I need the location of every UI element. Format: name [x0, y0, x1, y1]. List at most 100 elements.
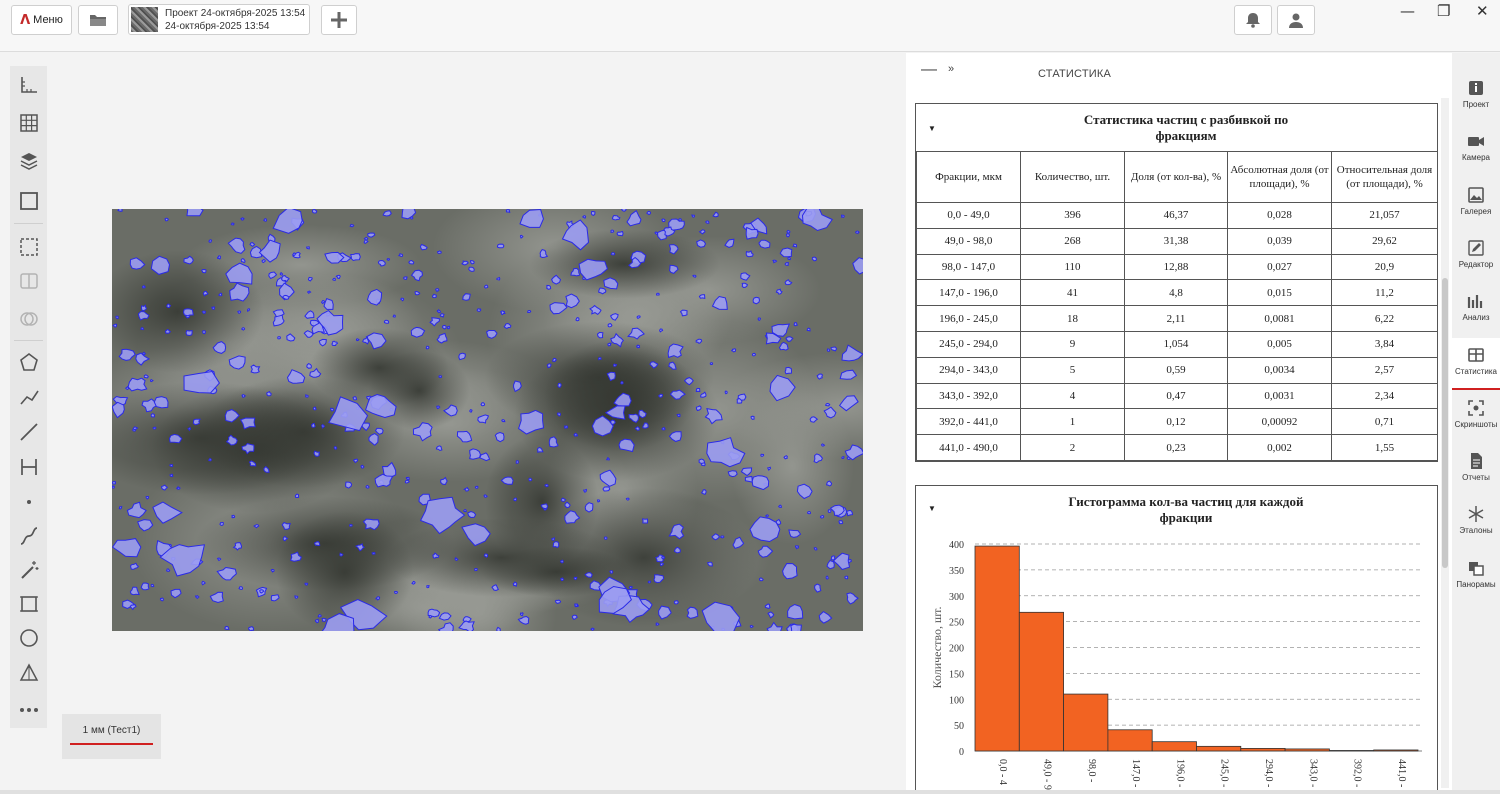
status-bar — [0, 790, 1500, 794]
x-tick-label: 0,0 - 4 — [997, 759, 1008, 785]
user-button[interactable] — [1277, 5, 1315, 35]
minimize-window-button[interactable]: — — [1400, 2, 1415, 20]
polyline-icon — [19, 390, 39, 405]
ruler-corner-icon — [20, 76, 37, 93]
nav-item-label: Редактор — [1458, 259, 1494, 269]
nav-item-camera[interactable]: Камера — [1452, 124, 1500, 176]
split-icon — [19, 272, 38, 289]
triangle-icon — [19, 662, 38, 681]
table-row: 294,0 - 343,0 5 0,59 0,0034 2,57 — [916, 356, 1438, 384]
expand-panel-button[interactable]: » — [948, 63, 954, 75]
table-cell: 0,005 — [1227, 330, 1332, 358]
grid-tool[interactable] — [15, 109, 42, 136]
micrograph-image[interactable] — [112, 209, 863, 631]
nav-item-info[interactable]: Проект — [1452, 71, 1500, 123]
table-row: 392,0 - 441,0 1 0,12 0,00092 0,71 — [916, 408, 1438, 436]
table-cell: 268 — [1020, 227, 1125, 255]
nav-item-panorama[interactable]: Панорамы — [1452, 551, 1500, 603]
scale-bar[interactable]: 1 мм (Тест1) — [62, 714, 161, 759]
menu-label: Меню — [33, 14, 63, 26]
nav-item-report[interactable]: Отчеты — [1452, 444, 1500, 496]
right-navigation: Проект Камера Галерея Редактор Анализ Статист… — [1452, 53, 1500, 790]
point-tool[interactable] — [15, 488, 42, 515]
rectangle-select-tool[interactable] — [15, 187, 42, 214]
table-row: 0,0 - 49,0 396 46,37 0,028 21,057 — [916, 202, 1438, 229]
x-tick-label: 147,0 - — [1130, 759, 1141, 787]
panel-scrollbar[interactable] — [1441, 98, 1449, 788]
table-cell: 2 — [1020, 434, 1125, 461]
table-cell: 4,8 — [1124, 279, 1228, 307]
table-cell: 1,054 — [1124, 330, 1228, 358]
layers-tool[interactable] — [15, 147, 42, 174]
y-axis-label: Количество, шт. — [930, 606, 944, 688]
user-icon — [1289, 13, 1303, 28]
x-tick-label: 245,0 - — [1219, 759, 1230, 787]
polyline-tool[interactable] — [15, 383, 42, 410]
dashed-square-icon — [19, 237, 38, 256]
scale-line — [70, 743, 153, 745]
table-cell: 21,057 — [1331, 202, 1438, 229]
statistics-panel: — » СТАТИСТИКА ▼ Статистика частиц с раз… — [906, 53, 1452, 790]
merge-tool[interactable] — [15, 305, 42, 332]
project-tab[interactable]: Проект 24-октября-2025 13:54 24-октября-… — [128, 4, 310, 35]
table-cell: 41 — [1020, 279, 1125, 307]
dashed-select-tool[interactable] — [15, 233, 42, 260]
statistics-icon — [1468, 347, 1484, 362]
table-cell: 31,38 — [1124, 227, 1228, 255]
nav-item-editor[interactable]: Редактор — [1452, 231, 1500, 283]
table-cell: 0,015 — [1227, 279, 1332, 307]
frame-tool[interactable] — [15, 590, 42, 617]
add-project-button[interactable] — [321, 5, 357, 35]
measure-angle-tool[interactable] — [15, 71, 42, 98]
notifications-button[interactable] — [1234, 5, 1272, 35]
nav-item-screenshot[interactable]: Скриншоты — [1452, 391, 1500, 443]
histogram-bar — [1284, 748, 1330, 752]
y-tick-label: 100 — [949, 695, 964, 706]
table-cell: 4 — [1020, 382, 1125, 410]
table-cell: 3,84 — [1331, 330, 1438, 358]
nav-item-statistics[interactable]: Статистика — [1452, 337, 1500, 390]
table-cell: 0,47 — [1124, 382, 1228, 410]
caliper-tool[interactable] — [15, 453, 42, 480]
table-cell: 49,0 - 98,0 — [916, 227, 1021, 255]
collapse-caret-icon[interactable]: ▼ — [928, 124, 936, 133]
table-cell: 5 — [1020, 356, 1125, 384]
table-cell: 0,59 — [1124, 356, 1228, 384]
split-tool[interactable] — [15, 267, 42, 294]
magic-wand-tool[interactable] — [15, 556, 42, 583]
nav-item-standards[interactable]: Эталоны — [1452, 497, 1500, 549]
table-cell: 0,028 — [1227, 202, 1332, 229]
menu-button[interactable]: Λ Меню — [11, 5, 72, 35]
x-tick-label: 294,0 - — [1263, 759, 1274, 787]
nav-item-gallery[interactable]: Галерея — [1452, 178, 1500, 230]
histogram-bar — [974, 545, 1020, 752]
nav-item-label: Панорамы — [1456, 579, 1496, 589]
histogram-bar — [1018, 611, 1065, 752]
report-icon — [1471, 453, 1482, 470]
histogram-bar — [1107, 729, 1153, 752]
nav-item-label: Отчеты — [1462, 473, 1490, 483]
open-folder-button[interactable] — [78, 5, 118, 35]
logo-icon: Λ — [20, 12, 31, 28]
y-tick-label: 200 — [949, 644, 964, 655]
column-header: Абсолютная доля (от площади), % — [1227, 151, 1332, 203]
scrollbar-thumb[interactable] — [1442, 278, 1448, 568]
curve-tool[interactable] — [15, 522, 42, 549]
table-cell: 0,71 — [1331, 408, 1438, 436]
table-cell: 18 — [1020, 305, 1125, 332]
triangle-tool[interactable] — [15, 659, 42, 686]
nav-item-analysis[interactable]: Анализ — [1452, 284, 1500, 336]
table-cell: 294,0 - 343,0 — [916, 356, 1021, 384]
polygon-tool[interactable] — [15, 348, 42, 375]
y-tick-label: 250 — [949, 618, 964, 629]
more-tools-button[interactable] — [15, 696, 42, 723]
info-icon — [1469, 81, 1483, 95]
collapse-panel-button[interactable]: — — [921, 61, 937, 79]
line-tool[interactable] — [15, 418, 42, 445]
restore-window-button[interactable]: ❐ — [1437, 2, 1450, 20]
close-window-button[interactable]: ✕ — [1476, 2, 1489, 20]
x-tick-label: 98,0 - — [1086, 759, 1097, 782]
circle-tool[interactable] — [15, 624, 42, 651]
project-date: 24-октября-2025 13:54 — [165, 21, 270, 32]
table-cell: 0,23 — [1124, 434, 1228, 461]
